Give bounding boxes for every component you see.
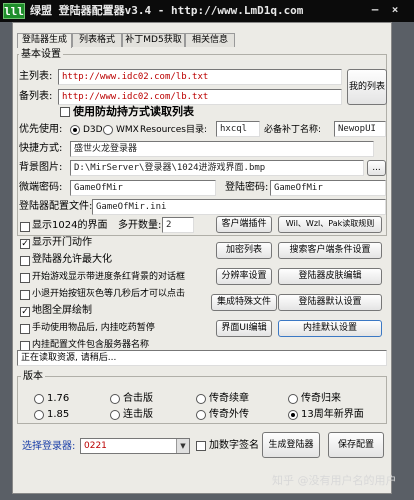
save-config-button[interactable]: 保存配置 [328, 432, 384, 458]
patch-name-label: 必备补丁名称: [264, 125, 322, 135]
tab-list-format[interactable]: 列表格式 [72, 33, 122, 47]
version-label: 传奇续章 [209, 393, 249, 404]
micro-password-label: 微端密码: [19, 182, 63, 193]
version-label: 连击版 [123, 409, 153, 420]
search-client-button[interactable]: 搜索客户端条件设置 [278, 242, 382, 259]
login-password-input[interactable]: GameOfMir [270, 180, 386, 196]
option-maximize-label: 登陆器允许最大化 [32, 254, 112, 265]
tab-patch-md5[interactable]: 补丁MD5获取 [122, 33, 185, 47]
integrate-file-button[interactable]: 集成特殊文件 [211, 294, 277, 311]
tab-launcher-generate[interactable]: 登陆器生成 [17, 33, 72, 48]
option-checkbox[interactable]: ✓ [20, 239, 30, 249]
version-label: 传奇归来 [301, 393, 341, 404]
option-checkbox[interactable] [20, 273, 30, 283]
watermark: 知乎 @没有用户名的用户 [272, 474, 397, 487]
main-list-label: 主列表: [19, 71, 53, 82]
option-checkbox[interactable]: ✓ [20, 307, 30, 317]
version-radio[interactable] [110, 410, 120, 420]
bg-image-label: 背景图片: [19, 162, 63, 173]
option-gray-start-label: 小退开始按钮灰色等几秒后才可以点击 [32, 289, 186, 299]
encrypt-list-button[interactable]: 加密列表 [216, 242, 272, 259]
version-radio[interactable] [196, 410, 206, 420]
shortcut-label: 快捷方式: [19, 143, 63, 154]
option-checkbox[interactable] [20, 222, 30, 232]
tab-info[interactable]: 相关信息 [185, 33, 235, 47]
version-label: 传奇外传 [209, 409, 249, 420]
close-button[interactable]: × [388, 3, 402, 17]
main-list-input[interactable]: http://www.idc02.com/lb.txt [58, 69, 342, 85]
option-checkbox[interactable] [20, 324, 30, 334]
option-pause-potion-label: 手动使用物品后, 内挂吃药暂停 [32, 323, 155, 333]
ui-edit-button[interactable]: 界面UI编辑 [216, 320, 272, 337]
basic-settings-title: 基本设置 [19, 49, 63, 61]
version-title: 版本 [21, 371, 45, 383]
skin-editor-button[interactable]: 登陆器皮肤编辑 [278, 268, 382, 285]
launcher-select[interactable]: 0221 [80, 438, 190, 454]
default-settings-button[interactable]: 登陆器默认设置 [278, 294, 382, 311]
my-list-button[interactable]: 我的列表 [347, 69, 387, 105]
window-title: 绿盟 登陆器配置器v3.4 - http://www.LmD1q.com [30, 4, 304, 17]
anti-hijack-checkbox[interactable] [60, 107, 70, 117]
d3d-radio[interactable] [70, 125, 80, 135]
option-door-label: 显示开门动作 [32, 237, 92, 248]
config-file-label: 登陆器配置文件: [19, 201, 93, 212]
status-bar: 正在读取资源, 请稍后... [17, 350, 387, 366]
chevron-down-icon[interactable]: ▼ [176, 439, 189, 453]
option-checkbox[interactable] [20, 256, 30, 266]
login-password-label: 登陆密码: [225, 182, 269, 193]
digital-sign-checkbox[interactable] [196, 441, 206, 451]
config-file-input[interactable]: GameOfMir.ini [92, 199, 386, 215]
backup-list-input[interactable]: http://www.idc02.com/lb.txt [58, 89, 342, 105]
version-radio[interactable] [34, 410, 44, 420]
version-label: 合击版 [123, 393, 153, 404]
version-radio[interactable] [288, 394, 298, 404]
resources-label: Resources目录: [140, 125, 207, 135]
shortcut-input[interactable]: 盛世火龙登录器 [70, 141, 374, 157]
patch-name-input[interactable]: NewopUI [334, 121, 386, 137]
app-icon: lll [3, 3, 25, 19]
bg-browse-button[interactable]: ... [367, 160, 386, 176]
version-radio[interactable] [288, 410, 298, 420]
plugin-default-button[interactable]: 内挂默认设置 [278, 320, 382, 337]
version-radio[interactable] [110, 394, 120, 404]
wmx-label: WMX [116, 125, 139, 135]
option-progress-label: 开始游戏显示带进度条红背景的对话框 [32, 272, 186, 282]
anti-hijack-label: 使用防劫持方式读取列表 [73, 105, 194, 118]
wil-reader-button[interactable]: Wil、Wzl、Pak读取规则 [278, 216, 382, 233]
wmx-radio[interactable] [103, 125, 113, 135]
resolution-button[interactable]: 分辨率设置 [216, 268, 272, 285]
bg-image-input[interactable]: D:\MirServer\登录器\1024进游戏界面.bmp [70, 160, 364, 176]
option-fullmap-label: 地图全屏绘制 [32, 305, 92, 316]
title-bar: lll 绿盟 登陆器配置器v3.4 - http://www.LmD1q.com… [0, 0, 414, 22]
select-launcher-label: 选择登录器: [22, 441, 76, 452]
version-label: 1.85 [47, 409, 70, 420]
multi-open-input[interactable]: 2 [162, 217, 194, 233]
backup-list-label: 备列表: [19, 91, 53, 102]
version-label: 1.76 [47, 393, 70, 404]
minimize-button[interactable]: – [368, 3, 382, 17]
version-radio[interactable] [196, 394, 206, 404]
option-1024-label: 显示1024的界面 [32, 220, 108, 231]
option-checkbox[interactable] [20, 290, 30, 300]
resources-input[interactable]: hxcql [216, 121, 260, 137]
digital-sign-label: 加数字签名 [209, 440, 259, 451]
version-radio[interactable] [34, 394, 44, 404]
generate-launcher-button[interactable]: 生成登陆器 [262, 432, 320, 458]
version-label: 13周年新界面 [301, 409, 364, 420]
multi-open-label: 多开数量: [118, 220, 162, 231]
client-plugin-button[interactable]: 客户端插件 [216, 216, 272, 233]
d3d-label: D3D [83, 125, 103, 135]
priority-label: 优先使用: [19, 124, 63, 135]
micro-password-input[interactable]: GameOfMir [70, 180, 216, 196]
